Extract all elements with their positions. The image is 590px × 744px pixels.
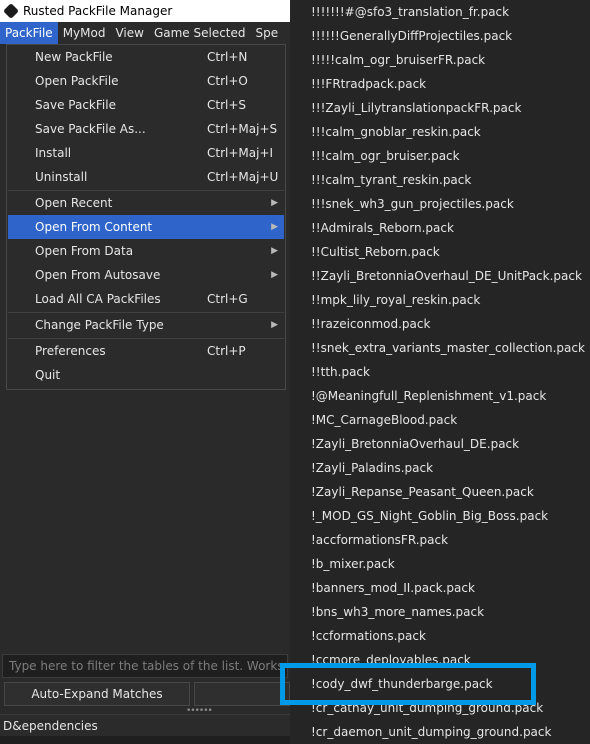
content-list-item[interactable]: !!mpk_lily_royal_reskin.pack <box>311 288 480 312</box>
menu-item-shortcut: Ctrl+Maj+S <box>207 122 278 136</box>
menu-item-preferences[interactable]: Preferences Ctrl+P <box>8 339 284 363</box>
menu-item-label: Open From Autosave <box>35 268 161 282</box>
menu-special[interactable]: Spe <box>251 22 284 44</box>
dependencies-tab[interactable]: D&ependencies <box>0 714 293 737</box>
menu-view[interactable]: View <box>110 22 148 44</box>
menu-item-shortcut: Ctrl+N <box>207 50 248 64</box>
content-list-item[interactable]: !!!Zayli_LilytranslationpackFR.pack <box>311 96 521 120</box>
menu-item-shortcut: Ctrl+P <box>207 344 246 358</box>
content-list-item[interactable]: !_MOD_GS_Night_Goblin_Big_Boss.pack <box>311 504 548 528</box>
menu-item-label: Preferences <box>35 344 106 358</box>
content-list-item[interactable]: !banners_mod_II.pack.pack <box>311 576 475 600</box>
chevron-right-icon: ▶ <box>271 320 278 330</box>
menu-item-label: Install <box>35 146 72 160</box>
menu-item-shortcut: Ctrl+G <box>207 292 248 306</box>
content-list-item[interactable]: !!!calm_ogr_bruiser.pack <box>311 144 460 168</box>
content-list-item[interactable]: !!!calm_gnoblar_reskin.pack <box>311 120 481 144</box>
secondary-button[interactable] <box>194 682 290 706</box>
content-list-item[interactable]: !!Admirals_Reborn.pack <box>311 216 454 240</box>
content-list-item[interactable]: !!!FRtradpack.pack <box>311 72 426 96</box>
menu-item-install[interactable]: Install Ctrl+Maj+I <box>8 141 284 165</box>
content-list-item[interactable]: !!razeiconmod.pack <box>311 312 430 336</box>
content-list-item[interactable]: !@Meaningfull_Replenishment_v1.pack <box>311 384 546 408</box>
packfile-menu: New PackFile Ctrl+N Open PackFile Ctrl+O… <box>6 44 286 390</box>
menu-item-label: Open PackFile <box>35 74 119 88</box>
menu-item-label: Open Recent <box>35 196 113 210</box>
content-list-item[interactable]: !!!!!!GenerallyDiffProjectiles.pack <box>311 24 512 48</box>
selection-highlight-box <box>280 663 536 705</box>
menu-bar: PackFile MyMod View Game Selected Spe <box>0 22 290 44</box>
content-list-item[interactable]: !!!snek_wh3_gun_projectiles.pack <box>311 192 514 216</box>
menu-item-shortcut: Ctrl+S <box>207 98 247 112</box>
menu-item-open-from-content[interactable]: Open From Content ▶ <box>8 215 284 239</box>
menu-item-shortcut: Ctrl+Maj+I <box>207 146 274 160</box>
content-list-item[interactable]: !!snek_extra_variants_master_collection.… <box>311 336 585 360</box>
menu-item-open-from-autosave[interactable]: Open From Autosave ▶ <box>8 263 284 287</box>
content-list-item[interactable]: !!Zayli_BretonniaOverhaul_DE_UnitPack.pa… <box>311 264 582 288</box>
chevron-right-icon: ▶ <box>271 270 278 280</box>
title-bar: Rusted PackFile Manager <box>0 0 290 22</box>
chevron-right-icon: ▶ <box>271 222 278 232</box>
dependencies-panel <box>0 736 290 744</box>
auto-expand-button[interactable]: Auto-Expand Matches <box>4 682 190 706</box>
content-list-item[interactable]: !!!!!!!#@sfo3_translation_fr.pack <box>311 0 509 24</box>
menu-item-label: Save PackFile <box>35 98 116 112</box>
filter-input[interactable]: Type here to filter the tables of the li… <box>2 654 288 678</box>
content-list-item[interactable]: !!tth.pack <box>311 360 370 384</box>
menu-item-save-packfile[interactable]: Save PackFile Ctrl+S <box>8 93 284 117</box>
window-title: Rusted PackFile Manager <box>23 4 173 18</box>
menu-item-open-packfile[interactable]: Open PackFile Ctrl+O <box>8 69 284 93</box>
menu-item-shortcut: Ctrl+O <box>207 74 248 88</box>
content-list-item[interactable]: !cr_daemon_unit_dumping_ground.pack <box>311 720 551 744</box>
menu-game-selected[interactable]: Game Selected <box>149 22 251 44</box>
content-list-item[interactable]: !!!!!calm_ogr_bruiserFR.pack <box>311 48 485 72</box>
content-list-item[interactable]: !!!calm_tyrant_reskin.pack <box>311 168 471 192</box>
menu-item-load-all-ca-packfiles[interactable]: Load All CA PackFiles Ctrl+G <box>8 287 284 311</box>
menu-item-label: New PackFile <box>35 50 113 64</box>
menu-item-uninstall[interactable]: Uninstall Ctrl+Maj+U <box>8 165 284 189</box>
chevron-right-icon: ▶ <box>271 198 278 208</box>
menu-item-label: Change PackFile Type <box>35 318 164 332</box>
menu-item-label: Uninstall <box>35 170 88 184</box>
menu-mymod[interactable]: MyMod <box>58 22 111 44</box>
content-list-item[interactable]: !b_mixer.pack <box>311 552 395 576</box>
content-list-item[interactable]: !MC_CarnageBlood.pack <box>311 408 457 432</box>
menu-item-shortcut: Ctrl+Maj+U <box>207 170 279 184</box>
open-from-content-submenu: !!!!!!!#@sfo3_translation_fr.pack !!!!!!G… <box>290 0 590 744</box>
content-list-item[interactable]: !ccformations.pack <box>311 624 426 648</box>
menu-item-label: Save PackFile As... <box>35 122 146 136</box>
chevron-right-icon: ▶ <box>271 246 278 256</box>
content-list-item[interactable]: !Zayli_Paladins.pack <box>311 456 433 480</box>
app-logo-icon <box>4 4 18 18</box>
content-list-item[interactable]: !bns_wh3_more_names.pack <box>311 600 484 624</box>
menu-item-new-packfile[interactable]: New PackFile Ctrl+N <box>8 45 284 69</box>
menu-item-label: Quit <box>35 368 61 382</box>
menu-item-label: Open From Data <box>35 244 134 258</box>
content-list-item[interactable]: !accformationsFR.pack <box>311 528 448 552</box>
content-list-item[interactable]: !Zayli_BretonniaOverhaul_DE.pack <box>311 432 519 456</box>
menu-item-change-packfile-type[interactable]: Change PackFile Type ▶ <box>8 313 284 337</box>
menu-packfile[interactable]: PackFile <box>0 22 58 44</box>
content-list-item[interactable]: !!Cultist_Reborn.pack <box>311 240 440 264</box>
menu-item-label: Open From Content <box>35 220 153 234</box>
content-list-item[interactable]: !Zayli_Repanse_Peasant_Queen.pack <box>311 480 534 504</box>
menu-item-open-recent[interactable]: Open Recent ▶ <box>8 191 284 215</box>
menu-item-quit[interactable]: Quit <box>8 363 284 387</box>
menu-item-save-packfile-as[interactable]: Save PackFile As... Ctrl+Maj+S <box>8 117 284 141</box>
menu-item-open-from-data[interactable]: Open From Data ▶ <box>8 239 284 263</box>
menu-item-label: Load All CA PackFiles <box>35 292 161 306</box>
